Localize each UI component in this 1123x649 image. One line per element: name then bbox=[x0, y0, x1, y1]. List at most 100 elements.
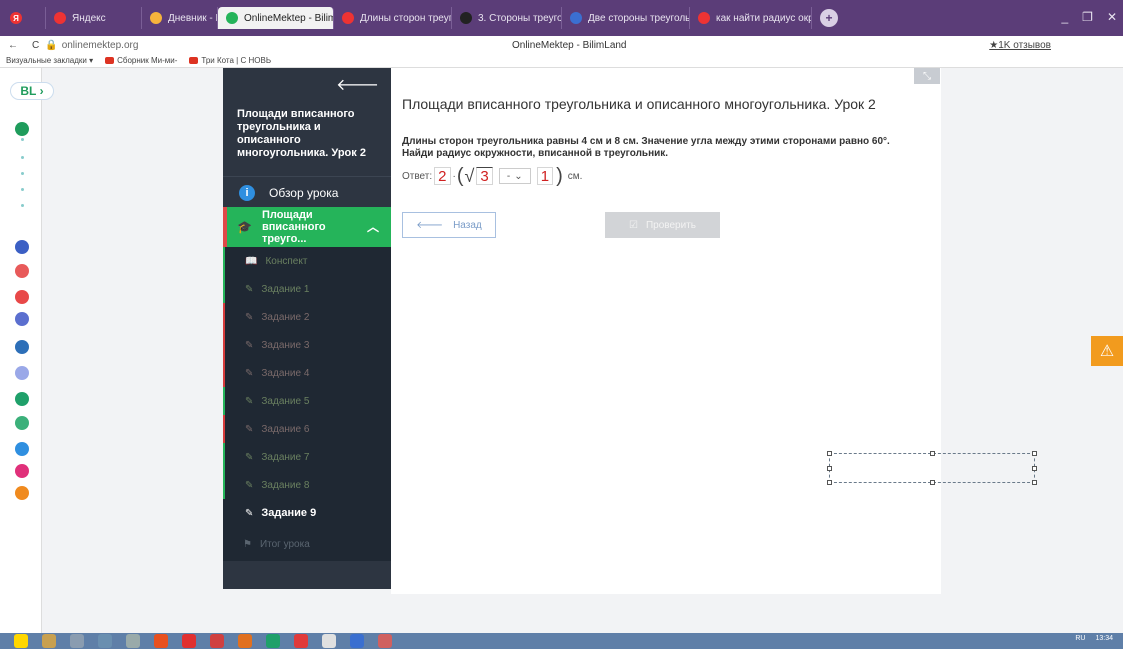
app-shortcut-icon[interactable] bbox=[21, 172, 24, 175]
reload-icon[interactable]: C bbox=[32, 40, 39, 51]
new-tab-button[interactable]: + bbox=[820, 9, 838, 27]
address-bar: ← C 🔒 onlinemektep.org OnlineMektep - Bi… bbox=[0, 36, 1123, 54]
task-item[interactable]: ✎ Задание 1 bbox=[223, 275, 391, 303]
task-item[interactable]: ✎ Задание 9 bbox=[223, 499, 391, 527]
lesson-sidebar: 🡐 Площади вписанного треугольника и опис… bbox=[223, 68, 391, 589]
selection-box[interactable] bbox=[827, 451, 1037, 485]
answer-last-input[interactable]: 1 bbox=[536, 167, 554, 185]
taskbar-app-icon[interactable] bbox=[70, 634, 84, 648]
bilimland-logo[interactable]: BL › bbox=[10, 82, 54, 100]
task-label: Задание 4 bbox=[261, 367, 310, 379]
task-item[interactable]: ✎ Задание 5 bbox=[223, 387, 391, 415]
task-item[interactable]: ✎ Задание 6 bbox=[223, 415, 391, 443]
taskbar-app-icon[interactable] bbox=[154, 634, 168, 648]
check-button[interactable]: ☑ Проверить bbox=[605, 212, 720, 238]
tab-favicon-icon bbox=[460, 12, 472, 24]
tab-label: OnlineMektep - BilimLa × bbox=[244, 12, 333, 24]
app-shortcut-icon[interactable] bbox=[15, 464, 29, 478]
taskbar-app-icon[interactable] bbox=[266, 634, 280, 648]
task-item[interactable]: ✎ Задание 3 bbox=[223, 331, 391, 359]
task-item[interactable]: ✎ Задание 8 bbox=[223, 471, 391, 499]
multiply-dot: · bbox=[452, 170, 456, 182]
task-item[interactable]: ✎ Задание 4 bbox=[223, 359, 391, 387]
bookmark-item[interactable]: Визуальные закладки ▾ bbox=[6, 56, 93, 65]
back-button[interactable]: 🡐 Назад bbox=[402, 212, 496, 238]
task-item[interactable]: 📖 Конспект bbox=[223, 247, 391, 275]
app-shortcut-icon[interactable] bbox=[15, 122, 29, 136]
app-shortcut-icon[interactable] bbox=[15, 366, 29, 380]
resize-handle[interactable] bbox=[1032, 466, 1037, 471]
answer-coef-input[interactable]: 2 bbox=[434, 167, 451, 185]
expand-icon[interactable]: ⤡ bbox=[914, 68, 940, 84]
close-icon[interactable]: ✕ bbox=[1107, 10, 1117, 24]
taskbar-app-icon[interactable] bbox=[350, 634, 364, 648]
browser-tab[interactable]: Дневник - Kundelik.kz bbox=[142, 7, 218, 29]
resize-handle[interactable] bbox=[1032, 480, 1037, 485]
task-label: Конспект bbox=[265, 255, 308, 267]
bookmark-item[interactable]: Три Кота | С НОВЬ bbox=[189, 56, 271, 65]
resize-handle[interactable] bbox=[930, 451, 935, 456]
result-label: Итог урока bbox=[259, 538, 310, 550]
app-shortcut-icon[interactable] bbox=[15, 392, 29, 406]
warning-icon[interactable]: ⚠ bbox=[1091, 336, 1123, 366]
taskbar-app-icon[interactable] bbox=[126, 634, 140, 648]
url-field[interactable]: onlinemektep.org bbox=[62, 40, 139, 51]
taskbar-app-icon[interactable] bbox=[294, 634, 308, 648]
app-shortcut-icon[interactable] bbox=[15, 290, 29, 304]
resize-handle[interactable] bbox=[1032, 451, 1037, 456]
minimize-icon[interactable]: _ bbox=[1061, 10, 1068, 24]
browser-tab[interactable]: как найти радиус окружн bbox=[690, 7, 812, 29]
lesson-title: Площади вписанного треугольника и описан… bbox=[237, 108, 366, 159]
taskbar-app-icon[interactable] bbox=[42, 634, 56, 648]
task-item[interactable]: ✎ Задание 2 bbox=[223, 303, 391, 331]
taskbar-app-icon[interactable] bbox=[98, 634, 112, 648]
bookmark-item[interactable]: Сборник Ми-ми- bbox=[105, 56, 177, 65]
content-heading: Площади вписанного треугольника и описан… bbox=[402, 96, 876, 112]
app-shortcut-icon[interactable] bbox=[21, 156, 24, 159]
browser-tab[interactable]: Длины сторон треугольн bbox=[334, 7, 452, 29]
task-label: Задание 9 bbox=[261, 507, 317, 519]
taskbar: RU 13:34 bbox=[0, 633, 1123, 649]
app-shortcut-icon[interactable] bbox=[21, 188, 24, 191]
app-leftbar: BL › bbox=[0, 68, 54, 633]
resize-handle[interactable] bbox=[827, 466, 832, 471]
app-shortcut-icon[interactable] bbox=[15, 340, 29, 354]
answer-root-input[interactable]: 3 bbox=[476, 167, 493, 185]
browser-tab[interactable]: Две стороны треугольник bbox=[562, 7, 690, 29]
reviews-link[interactable]: ★1K отзывов bbox=[989, 40, 1051, 51]
edit-icon: ✎ bbox=[245, 395, 254, 407]
taskbar-app-icon[interactable] bbox=[238, 634, 252, 648]
lesson-result-item[interactable]: ⚑ Итог урока bbox=[223, 527, 391, 561]
taskbar-app-icon[interactable] bbox=[14, 634, 28, 648]
app-shortcut-icon[interactable] bbox=[21, 138, 24, 141]
app-shortcut-icon[interactable] bbox=[15, 240, 29, 254]
task-item[interactable]: ✎ Задание 7 bbox=[223, 443, 391, 471]
browser-tab-bar: Я Яндекс Дневник - Kundelik.kz OnlineMekte… bbox=[0, 0, 1123, 36]
maximize-icon[interactable]: ❐ bbox=[1082, 10, 1093, 24]
app-shortcut-icon[interactable] bbox=[21, 204, 24, 207]
taskbar-app-icon[interactable] bbox=[182, 634, 196, 648]
resize-handle[interactable] bbox=[827, 451, 832, 456]
app-shortcut-icon[interactable] bbox=[15, 442, 29, 456]
back-icon[interactable]: ← bbox=[8, 40, 18, 51]
app-shortcut-icon[interactable] bbox=[15, 312, 29, 326]
app-shortcut-icon[interactable] bbox=[15, 264, 29, 278]
resize-handle[interactable] bbox=[827, 480, 832, 485]
chevron-up-icon: ︿ bbox=[366, 220, 379, 234]
app-shortcut-icon[interactable] bbox=[15, 486, 29, 500]
taskbar-app-icon[interactable] bbox=[378, 634, 392, 648]
browser-tab[interactable]: Яндекс bbox=[46, 7, 142, 29]
operator-select[interactable]: - ⌄ bbox=[498, 168, 531, 184]
app-shortcut-icon[interactable] bbox=[15, 416, 29, 430]
browser-tab[interactable]: 3. Стороны треугольника bbox=[452, 7, 562, 29]
browser-tab[interactable]: OnlineMektep - BilimLa × bbox=[218, 7, 334, 29]
tab-label: 3. Стороны треугольника bbox=[478, 12, 562, 24]
language-indicator[interactable]: RU bbox=[1075, 635, 1085, 642]
resize-handle[interactable] bbox=[930, 480, 935, 485]
overview-item[interactable]: i Обзор урока bbox=[223, 176, 391, 208]
arrow-left-icon[interactable]: 🡐 bbox=[336, 74, 379, 95]
browser-tab[interactable]: Я bbox=[0, 7, 46, 29]
taskbar-app-icon[interactable] bbox=[210, 634, 224, 648]
taskbar-app-icon[interactable] bbox=[322, 634, 336, 648]
section-header[interactable]: 🎓 Площади вписанного треуго... ︿ bbox=[223, 207, 391, 247]
